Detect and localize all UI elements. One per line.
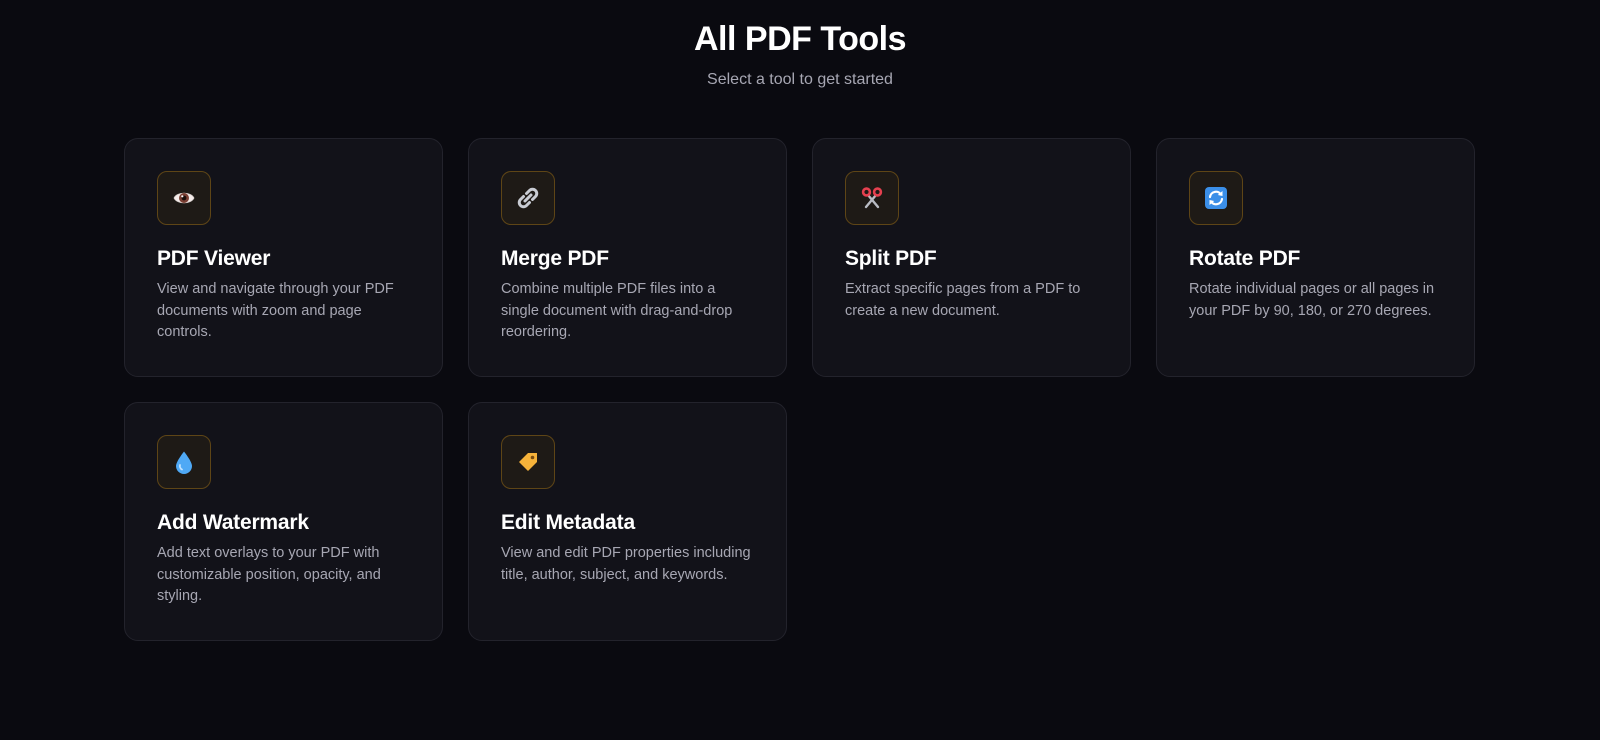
tool-title: Edit Metadata (501, 511, 635, 534)
tool-description: Add text overlays to your PDF with custo… (157, 545, 381, 604)
tool-icon-box (845, 171, 899, 225)
page-subtitle: Select a tool to get started (707, 71, 893, 88)
tool-card-edit-metadata[interactable]: Edit Metadata View and edit PDF properti… (468, 402, 787, 641)
tool-description: Extract specific pages from a PDF to cre… (845, 281, 1081, 319)
tool-card-rotate-pdf[interactable]: Rotate PDF Rotate individual pages or al… (1156, 138, 1475, 377)
page-title: All PDF Tools (694, 20, 906, 58)
tool-icon-box (501, 171, 555, 225)
scissors-icon (859, 185, 885, 211)
tag-icon (515, 449, 541, 475)
tool-icon-box (157, 171, 211, 225)
tools-grid: PDF Viewer View and navigate through you… (124, 138, 1476, 641)
tool-card-merge-pdf[interactable]: Merge PDF Combine multiple PDF files int… (468, 138, 787, 377)
tool-description: Rotate individual pages or all pages in … (1189, 281, 1435, 319)
tool-card-pdf-viewer[interactable]: PDF Viewer View and navigate through you… (124, 138, 443, 377)
eye-icon (171, 185, 197, 211)
tool-card-split-pdf[interactable]: Split PDF Extract specific pages from a … (812, 138, 1131, 377)
tool-title: Rotate PDF (1189, 247, 1301, 270)
droplet-icon (171, 449, 197, 475)
tool-description: View and edit PDF properties including t… (501, 545, 751, 583)
tool-description: Combine multiple PDF files into a single… (501, 281, 733, 340)
tool-title: Split PDF (845, 247, 937, 270)
tool-title: Add Watermark (157, 511, 309, 534)
tool-card-add-watermark[interactable]: Add Watermark Add text overlays to your … (124, 402, 443, 641)
rotate-icon (1203, 185, 1229, 211)
tool-title: Merge PDF (501, 247, 609, 270)
tools-page: All PDF Tools Select a tool to get start… (0, 0, 1600, 740)
link-icon (515, 185, 541, 211)
tool-icon-box (1189, 171, 1243, 225)
tool-icon-box (501, 435, 555, 489)
tool-icon-box (157, 435, 211, 489)
tool-title: PDF Viewer (157, 247, 271, 270)
tool-description: View and navigate through your PDF docum… (157, 281, 394, 340)
